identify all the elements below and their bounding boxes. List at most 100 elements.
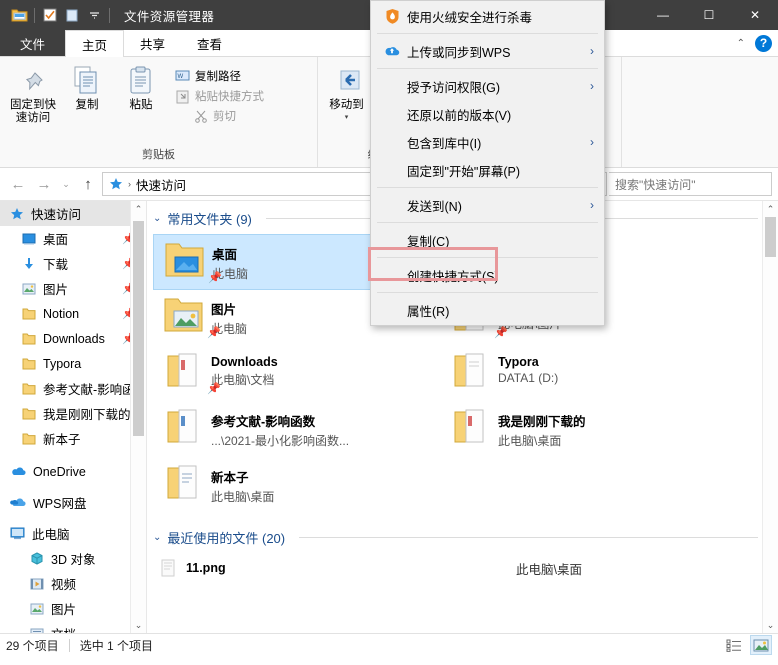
file-explorer-window: 文件资源管理器 — ☐ ✕ 文件 主页 共享 查看 ⌃ ? 固定到快 速访问 复… <box>0 0 778 665</box>
sidebar-item-videos[interactable]: 视频 <box>0 571 146 596</box>
menu-item-include-in-library[interactable]: 包含到库中(I) › <box>371 128 604 156</box>
move-to-dropdown-icon[interactable]: ▾ <box>345 113 349 121</box>
menu-item-label: 创建快捷方式(S) <box>407 269 499 284</box>
sidebar-label: 此电脑 <box>32 528 70 542</box>
sidebar-item-downloads-folder[interactable]: Downloads 📌 <box>0 326 146 351</box>
tab-share[interactable]: 共享 <box>124 30 181 56</box>
menu-item-properties[interactable]: 属性(R) <box>371 296 604 324</box>
large-icons-view-icon[interactable] <box>750 635 772 655</box>
submenu-arrow-icon: › <box>590 44 594 58</box>
menu-item-create-shortcut[interactable]: 创建快捷方式(S) <box>371 261 604 289</box>
dropdown-icon[interactable] <box>83 4 105 26</box>
sidebar-item-just-downloaded[interactable]: 我是刚刚下载的 <box>0 401 146 426</box>
pin-icon: 📌 <box>208 272 222 284</box>
desktop-icon <box>22 233 36 244</box>
sidebar-item-documents[interactable]: 文档 <box>0 621 146 633</box>
menu-item-give-access[interactable]: 授予访问权限(G) › <box>371 72 604 100</box>
folder-icon <box>22 358 36 369</box>
paste-shortcut-icon <box>176 90 189 103</box>
nav-scroll-thumb[interactable] <box>133 221 144 436</box>
list-item[interactable]: 我是刚刚下载的 此电脑\桌面 <box>440 402 727 458</box>
search-input[interactable]: 搜索"快速访问" <box>609 172 772 196</box>
details-view-icon[interactable] <box>724 636 744 654</box>
menu-item-pin-to-start[interactable]: 固定到"开始"屏幕(P) <box>371 156 604 184</box>
list-item[interactable]: 新本子 此电脑\桌面 <box>153 458 440 514</box>
sidebar-item-this-pc[interactable]: 此电脑 <box>0 521 146 546</box>
paste-button[interactable]: 粘贴 <box>114 61 168 115</box>
list-item[interactable]: Typora DATA1 (D:) <box>440 346 727 402</box>
breadcrumb[interactable]: 快速访问 <box>136 175 186 194</box>
back-button[interactable]: ← <box>6 172 30 196</box>
copy-path-button[interactable]: W 复制路径 <box>172 67 267 85</box>
explorer-icon[interactable] <box>8 4 30 26</box>
group-title: 常用文件夹 (9) <box>167 212 252 227</box>
maximize-button[interactable]: ☐ <box>686 0 732 30</box>
chevron-down-icon[interactable]: ⌄ <box>153 213 161 224</box>
sidebar-item-downloads[interactable]: 下载 📌 <box>0 251 146 276</box>
pin-icon: 📌 <box>207 383 221 395</box>
minimize-button[interactable]: — <box>640 0 686 30</box>
paste-label: 粘贴 <box>129 99 153 111</box>
pin-to-quick-access-button[interactable]: 固定到快 速访问 <box>6 61 60 128</box>
tab-home[interactable]: 主页 <box>65 30 125 57</box>
menu-item-upload-wps[interactable]: 上传或同步到WPS › <box>371 37 604 65</box>
list-item[interactable]: Downloads 此电脑\文档 📌 <box>153 346 440 402</box>
sidebar-label: 文档 <box>51 624 76 633</box>
sidebar-item-new-notebook[interactable]: 新本子 <box>0 426 146 451</box>
sidebar-item-wps-cloud[interactable]: WPS网盘 <box>0 490 146 515</box>
chevron-down-icon[interactable]: ⌄ <box>153 532 161 543</box>
list-item[interactable]: 参考文献-影响函数 ...\2021-最小化影响函数... <box>153 402 440 458</box>
scroll-down-icon[interactable]: ⌄ <box>763 617 778 633</box>
nav-scrollbar[interactable]: ⌃ ⌄ <box>130 201 146 633</box>
menu-item-scan-huorong[interactable]: 使用火绒安全进行杀毒 <box>371 2 604 30</box>
sidebar-item-onedrive[interactable]: OneDrive <box>0 459 146 484</box>
folder-icon <box>22 308 36 319</box>
sidebar-label: 视频 <box>51 578 77 592</box>
close-button[interactable]: ✕ <box>732 0 778 30</box>
paste-shortcut-button[interactable]: 粘贴快捷方式 <box>172 87 267 105</box>
item-meta: 新本子 此电脑\桌面 <box>207 462 274 505</box>
new-folder-icon[interactable] <box>61 4 83 26</box>
up-button[interactable]: ↑ <box>76 172 100 196</box>
huorong-shield-icon <box>381 8 403 24</box>
view-toggles <box>724 635 772 655</box>
tab-view[interactable]: 查看 <box>181 30 238 56</box>
sidebar-item-notion[interactable]: Notion 📌 <box>0 301 146 326</box>
cut-button[interactable]: 剪切 <box>172 107 267 125</box>
move-to-button[interactable]: 移动到 ▾ <box>324 61 369 124</box>
ribbon-group-clipboard: 固定到快 速访问 复制 粘贴 W 复制路径 粘贴快捷方式 剪切 剪贴板 <box>0 57 318 167</box>
help-icon[interactable]: ? <box>755 34 772 52</box>
sidebar-item-desktop[interactable]: 桌面 📌 <box>0 226 146 251</box>
group-rule <box>299 537 758 538</box>
sidebar-item-pictures[interactable]: 图片 📌 <box>0 276 146 301</box>
collapse-ribbon-icon[interactable]: ⌃ <box>737 38 745 49</box>
sidebar-item-typora[interactable]: Typora <box>0 351 146 376</box>
checkbox-icon[interactable] <box>39 4 61 26</box>
scroll-up-icon[interactable]: ⌃ <box>131 201 146 217</box>
scroll-down-icon[interactable]: ⌄ <box>131 617 146 633</box>
scissors-icon <box>195 110 207 123</box>
copy-button[interactable]: 复制 <box>60 61 114 115</box>
table-row[interactable]: 11.png 此电脑\桌面 <box>147 553 778 583</box>
tab-file[interactable]: 文件 <box>0 30 66 56</box>
sidebar-label: 快速访问 <box>31 208 82 222</box>
svg-text:W: W <box>178 74 184 80</box>
sidebar-item-quick-access[interactable]: 快速访问 <box>0 201 146 226</box>
sidebar-item-pictures-pc[interactable]: 图片 <box>0 596 146 621</box>
menu-item-copy[interactable]: 复制(C) <box>371 226 604 254</box>
menu-item-restore-previous-versions[interactable]: 还原以前的版本(V) <box>371 100 604 128</box>
recent-files-header[interactable]: ⌄ 最近使用的文件 (20) <box>147 514 778 553</box>
sidebar-item-3d-objects[interactable]: 3D 对象 <box>0 546 146 571</box>
sidebar-item-references[interactable]: 参考文献-影响函 <box>0 376 146 401</box>
scroll-up-icon[interactable]: ⌃ <box>763 201 778 217</box>
selection-count: 选中 1 个项目 <box>79 638 154 653</box>
forward-button[interactable]: → <box>32 172 56 196</box>
file-scrollbar[interactable]: ⌃ ⌄ <box>762 201 778 633</box>
this-pc-icon <box>10 527 25 540</box>
sidebar-label: 3D 对象 <box>51 553 96 567</box>
recent-locations-button[interactable]: ⌄ <box>58 172 74 196</box>
file-scroll-thumb[interactable] <box>765 217 776 257</box>
menu-item-send-to[interactable]: 发送到(N) › <box>371 191 604 219</box>
minimize-icon: — <box>657 8 669 22</box>
sidebar-label: Notion <box>43 306 80 321</box>
